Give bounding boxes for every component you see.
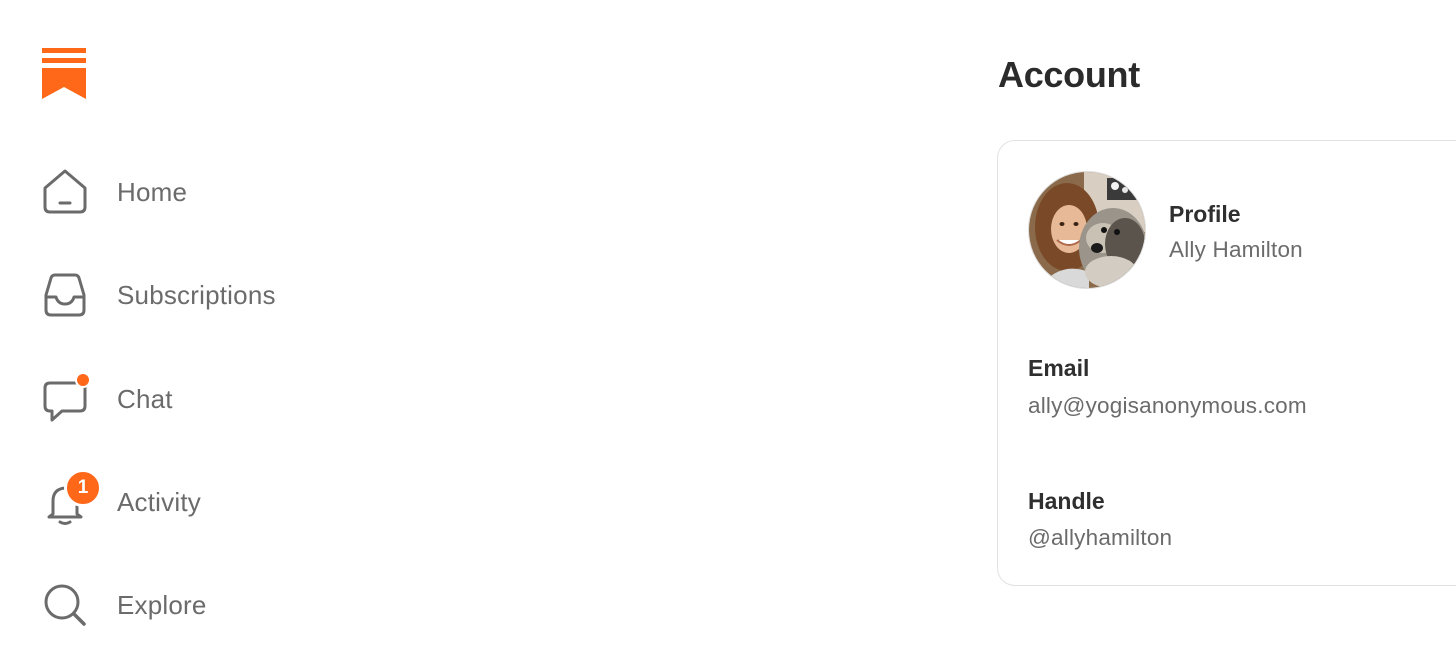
avatar[interactable] <box>1028 171 1146 289</box>
handle-value: @allyhamilton <box>1028 525 1173 550</box>
avatar-photo-icon <box>1029 172 1145 288</box>
sidebar-item-label: Chat <box>117 383 173 414</box>
sidebar-item-home[interactable]: Home <box>0 157 420 227</box>
sidebar-item-subscriptions[interactable]: Subscriptions <box>0 260 420 330</box>
email-value: ally@yogisanonymous.com <box>1028 393 1307 418</box>
inbox-icon <box>44 273 86 317</box>
search-icon <box>44 584 86 626</box>
account-card: Profile Ally Hamilton Email ally@yogisan… <box>997 140 1456 586</box>
unread-dot-icon <box>75 374 90 388</box>
sidebar-item-label: Subscriptions <box>117 279 276 310</box>
substack-logo-icon[interactable] <box>42 48 86 100</box>
sidebar-item-label: Home <box>117 176 188 207</box>
chat-bubble-icon <box>43 374 90 422</box>
sidebar-item-chat[interactable]: Chat <box>0 364 420 434</box>
home-icon <box>43 169 87 214</box>
email-label: Email <box>1028 355 1090 381</box>
app-root: Home Subscriptions Chat 1 Activity Explo… <box>0 0 1456 651</box>
profile-label: Profile <box>1169 201 1241 227</box>
sidebar-item-activity[interactable]: 1 Activity <box>0 467 420 537</box>
handle-label: Handle <box>1028 488 1105 514</box>
sidebar-item-explore[interactable]: Explore <box>0 570 420 640</box>
notification-badge: 1 <box>64 469 102 507</box>
page-title: Account <box>998 54 1140 95</box>
profile-name: Ally Hamilton <box>1169 237 1303 262</box>
sidebar-item-label: Explore <box>117 589 207 620</box>
sidebar-item-label: Activity <box>117 486 201 517</box>
